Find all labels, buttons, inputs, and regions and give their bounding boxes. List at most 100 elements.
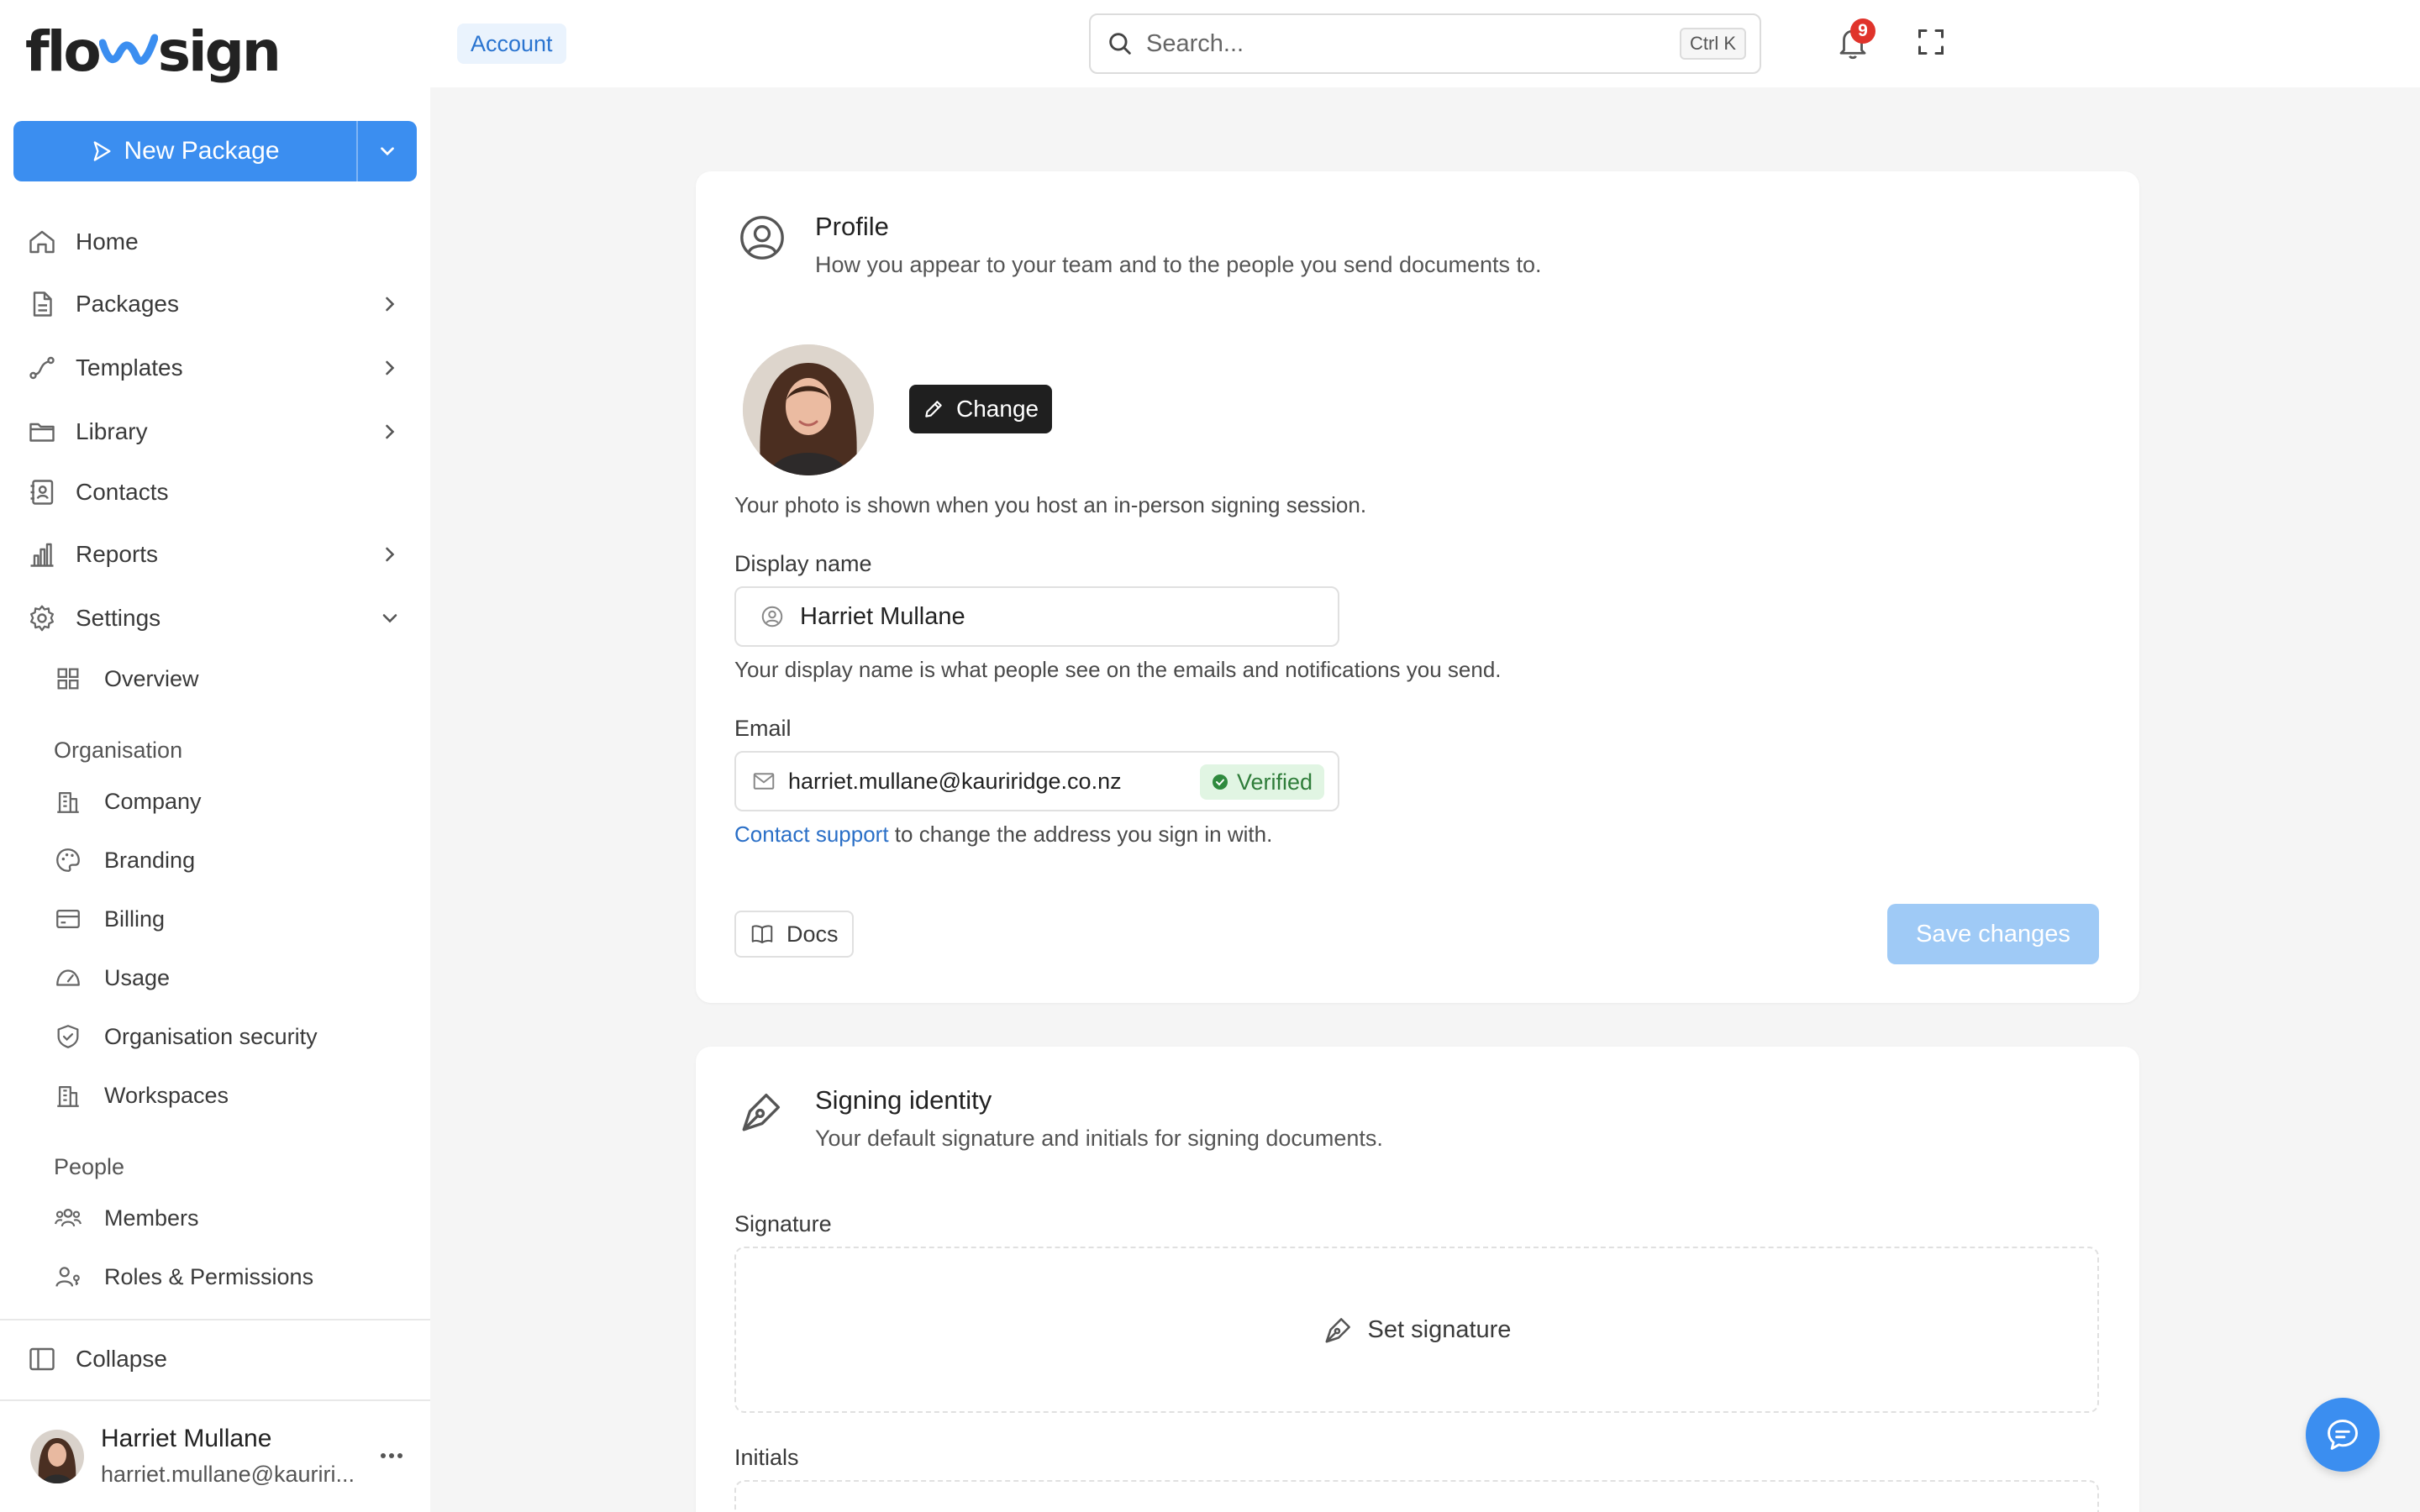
sidebar-item-settings[interactable]: Settings bbox=[13, 593, 417, 643]
display-name-value: Harriet Mullane bbox=[800, 602, 965, 630]
sidebar-item-contacts[interactable]: Contacts bbox=[13, 467, 417, 517]
email-label: Email bbox=[734, 716, 792, 741]
sidebar-item-templates[interactable]: Templates bbox=[13, 343, 417, 393]
contacts-icon bbox=[30, 480, 54, 505]
profile-title: Profile bbox=[815, 212, 889, 241]
sidebar-item-usage[interactable]: Usage bbox=[40, 954, 410, 1001]
set-initials-dropzone[interactable] bbox=[734, 1480, 2099, 1512]
email-value: harriet.mullane@kauriridge.co.nz bbox=[788, 768, 1122, 794]
profile-card: Profile How you appear to your team and … bbox=[696, 171, 2139, 1003]
docs-label: Docs bbox=[786, 921, 839, 947]
collapse-sidebar-button[interactable]: Collapse bbox=[13, 1334, 417, 1384]
sidebar-item-label: Usage bbox=[104, 964, 171, 990]
email-help-rest: to change the address you sign in with. bbox=[888, 822, 1273, 847]
sidebar-item-label: Templates bbox=[76, 354, 183, 381]
route-icon bbox=[29, 356, 55, 380]
building-icon bbox=[57, 1085, 79, 1107]
sidebar: flo sign New Package Home Packages Templ… bbox=[0, 0, 430, 1512]
change-photo-label: Change bbox=[956, 396, 1039, 422]
section-label-organisation: Organisation bbox=[54, 738, 183, 763]
sidebar-item-label: Organisation security bbox=[104, 1023, 318, 1049]
sidebar-item-packages[interactable]: Packages bbox=[13, 279, 417, 329]
chevron-right-icon bbox=[386, 360, 395, 375]
building-icon bbox=[57, 791, 79, 813]
sidebar-item-label: Branding bbox=[104, 847, 196, 873]
email-field[interactable]: harriet.mullane@kauriridge.co.nz Verifie… bbox=[734, 751, 1339, 811]
sidebar-item-branding[interactable]: Branding bbox=[40, 837, 410, 884]
contact-support-link[interactable]: Contact support bbox=[734, 822, 889, 847]
pen-nib-icon bbox=[1325, 1318, 1350, 1343]
sidebar-item-label: Members bbox=[104, 1205, 199, 1231]
logo-wave-icon bbox=[98, 34, 158, 65]
user-email: harriet.mullane@kauriri... bbox=[101, 1462, 355, 1487]
sidebar-item-organisation-security[interactable]: Organisation security bbox=[40, 1013, 410, 1060]
fullscreen-icon[interactable] bbox=[1916, 27, 1946, 57]
flowsign-logo[interactable]: flo sign bbox=[25, 19, 281, 84]
verified-label: Verified bbox=[1236, 769, 1313, 795]
collapse-label: Collapse bbox=[76, 1346, 167, 1372]
bar-chart-icon bbox=[30, 543, 54, 567]
sidebar-item-company[interactable]: Company bbox=[40, 778, 410, 825]
sidebar-item-label: Home bbox=[76, 228, 139, 255]
signing-identity-description: Your default signature and initials for … bbox=[815, 1126, 1383, 1151]
folder-icon bbox=[29, 423, 55, 442]
palette-icon bbox=[56, 848, 80, 872]
chat-bubble-icon bbox=[2328, 1420, 2358, 1450]
signature-label: Signature bbox=[734, 1211, 832, 1236]
send-icon bbox=[94, 141, 111, 161]
mail-icon bbox=[753, 773, 775, 790]
user-circle-icon bbox=[761, 606, 783, 627]
chat-support-button[interactable] bbox=[2306, 1398, 2380, 1472]
save-changes-button[interactable]: Save changes bbox=[1887, 904, 2099, 964]
sidebar-divider bbox=[0, 1319, 430, 1320]
new-package-label: New Package bbox=[124, 137, 280, 165]
user-name: Harriet Mullane bbox=[101, 1425, 272, 1452]
chevron-down-icon bbox=[382, 614, 397, 623]
sidebar-item-label: Contacts bbox=[76, 479, 169, 505]
shield-icon bbox=[57, 1025, 79, 1048]
home-icon bbox=[29, 230, 55, 254]
search-input[interactable]: Search... Ctrl K bbox=[1089, 13, 1761, 74]
sidebar-collapse-icon bbox=[29, 1347, 55, 1371]
user-circle-icon bbox=[740, 216, 784, 260]
breadcrumb-account[interactable]: Account bbox=[457, 24, 566, 64]
sidebar-item-roles-permissions[interactable]: Roles & Permissions bbox=[40, 1253, 410, 1300]
new-package-split-button: New Package bbox=[13, 121, 417, 181]
sidebar-item-library[interactable]: Library bbox=[13, 407, 417, 457]
display-name-field[interactable]: Harriet Mullane bbox=[734, 586, 1339, 647]
set-signature-label: Set signature bbox=[1367, 1315, 1512, 1343]
sidebar-item-label: Company bbox=[104, 788, 202, 814]
set-signature-dropzone[interactable]: Set signature bbox=[734, 1247, 2099, 1413]
logo-text-prefix: flo bbox=[25, 19, 102, 84]
book-open-icon bbox=[751, 925, 773, 943]
new-package-button[interactable]: New Package bbox=[13, 121, 356, 181]
sidebar-item-overview[interactable]: Overview bbox=[40, 655, 410, 702]
photo-help-text: Your photo is shown when you host an in-… bbox=[734, 492, 1367, 517]
signing-identity-card: Signing identity Your default signature … bbox=[696, 1047, 2139, 1512]
grid-icon bbox=[57, 668, 79, 690]
user-key-icon bbox=[55, 1267, 80, 1287]
sidebar-item-workspaces[interactable]: Workspaces bbox=[40, 1072, 410, 1119]
initials-label: Initials bbox=[734, 1445, 799, 1470]
sidebar-item-members[interactable]: Members bbox=[40, 1194, 410, 1242]
sidebar-item-label: Workspaces bbox=[104, 1082, 229, 1108]
new-package-dropdown-button[interactable] bbox=[356, 121, 417, 181]
change-photo-button[interactable]: Change bbox=[909, 385, 1053, 433]
users-icon bbox=[55, 1208, 82, 1227]
more-options-icon[interactable] bbox=[375, 1443, 408, 1468]
user-portrait-icon bbox=[30, 1430, 84, 1483]
display-name-label: Display name bbox=[734, 551, 872, 576]
notification-count-badge: 9 bbox=[1850, 18, 1876, 44]
pen-nib-icon bbox=[742, 1093, 781, 1131]
sidebar-item-reports[interactable]: Reports bbox=[13, 529, 417, 580]
chevron-down-icon bbox=[381, 147, 394, 156]
sidebar-item-label: Roles & Permissions bbox=[104, 1263, 314, 1289]
gauge-icon bbox=[56, 969, 80, 986]
sidebar-item-label: Reports bbox=[76, 541, 159, 567]
section-label-people: People bbox=[54, 1154, 125, 1179]
docs-button[interactable]: Docs bbox=[734, 911, 854, 958]
user-profile-card[interactable]: Harriet Mullane harriet.mullane@kauriri.… bbox=[0, 1401, 430, 1512]
sidebar-item-billing[interactable]: Billing bbox=[40, 895, 410, 942]
sidebar-item-home[interactable]: Home bbox=[13, 217, 417, 267]
signing-identity-title: Signing identity bbox=[815, 1085, 992, 1115]
